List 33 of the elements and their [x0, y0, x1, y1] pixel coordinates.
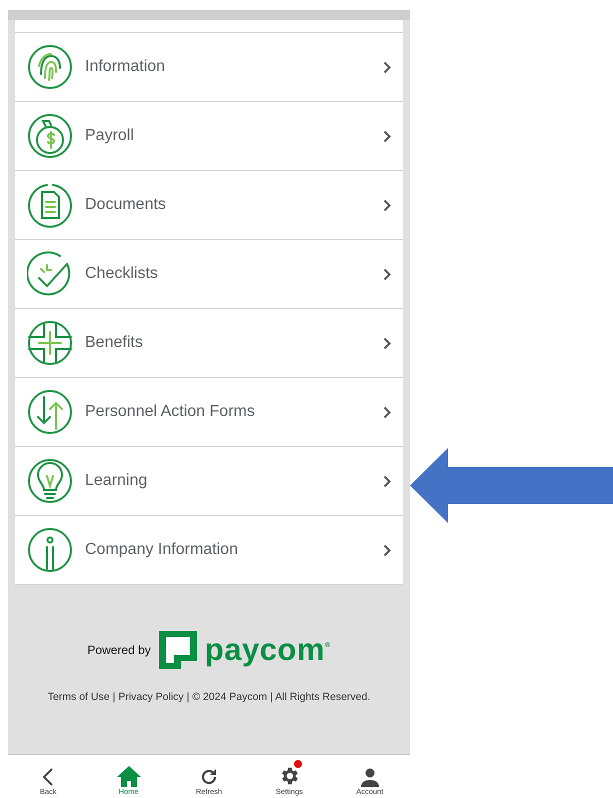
menu-item[interactable]: Payroll: [15, 102, 403, 171]
fingerprint-icon: [27, 44, 73, 90]
paycom-logo: paycom$^{®}$: [158, 631, 331, 669]
chevron-right-icon: [383, 130, 391, 142]
separator-text: |: [112, 691, 116, 703]
home-icon: [116, 765, 142, 787]
medical-cross-icon: [27, 320, 73, 366]
info-icon: [27, 527, 73, 573]
back-icon: [41, 767, 56, 787]
menu-item[interactable]: Documents: [15, 171, 403, 240]
menu-item[interactable]: Benefits: [15, 309, 403, 378]
menu-item[interactable]: Personnel Action Forms: [15, 378, 403, 447]
copyright-text: | © 2024 Paycom | All Rights Reserved.: [186, 691, 370, 703]
up-down-arrows-icon: [27, 389, 73, 435]
money-bag-icon: [27, 113, 73, 159]
document-icon: [27, 182, 73, 228]
person-icon: [360, 767, 380, 787]
chevron-right-icon: [383, 336, 391, 350]
menu-item[interactable]: Checklists: [15, 240, 403, 309]
chevron-right-icon: [383, 198, 391, 212]
chevron-right-icon: [383, 544, 391, 556]
menu-item[interactable]: Company Information: [15, 516, 403, 585]
menu-item[interactable]: Information: [15, 33, 403, 102]
light-bulb-icon: [27, 458, 73, 504]
chevron-right-icon: [383, 406, 391, 418]
menu-item[interactable]: Learning: [15, 447, 403, 516]
chevron-right-icon: [383, 60, 391, 74]
footer-link[interactable]: Privacy Policy: [118, 691, 184, 703]
powered-by-text: Powered by: [87, 643, 151, 657]
footer-link[interactable]: Terms of Use: [48, 691, 110, 703]
chevron-right-icon: [383, 474, 391, 488]
chevron-right-icon: [383, 268, 391, 280]
checkmark-icon: [27, 251, 73, 297]
